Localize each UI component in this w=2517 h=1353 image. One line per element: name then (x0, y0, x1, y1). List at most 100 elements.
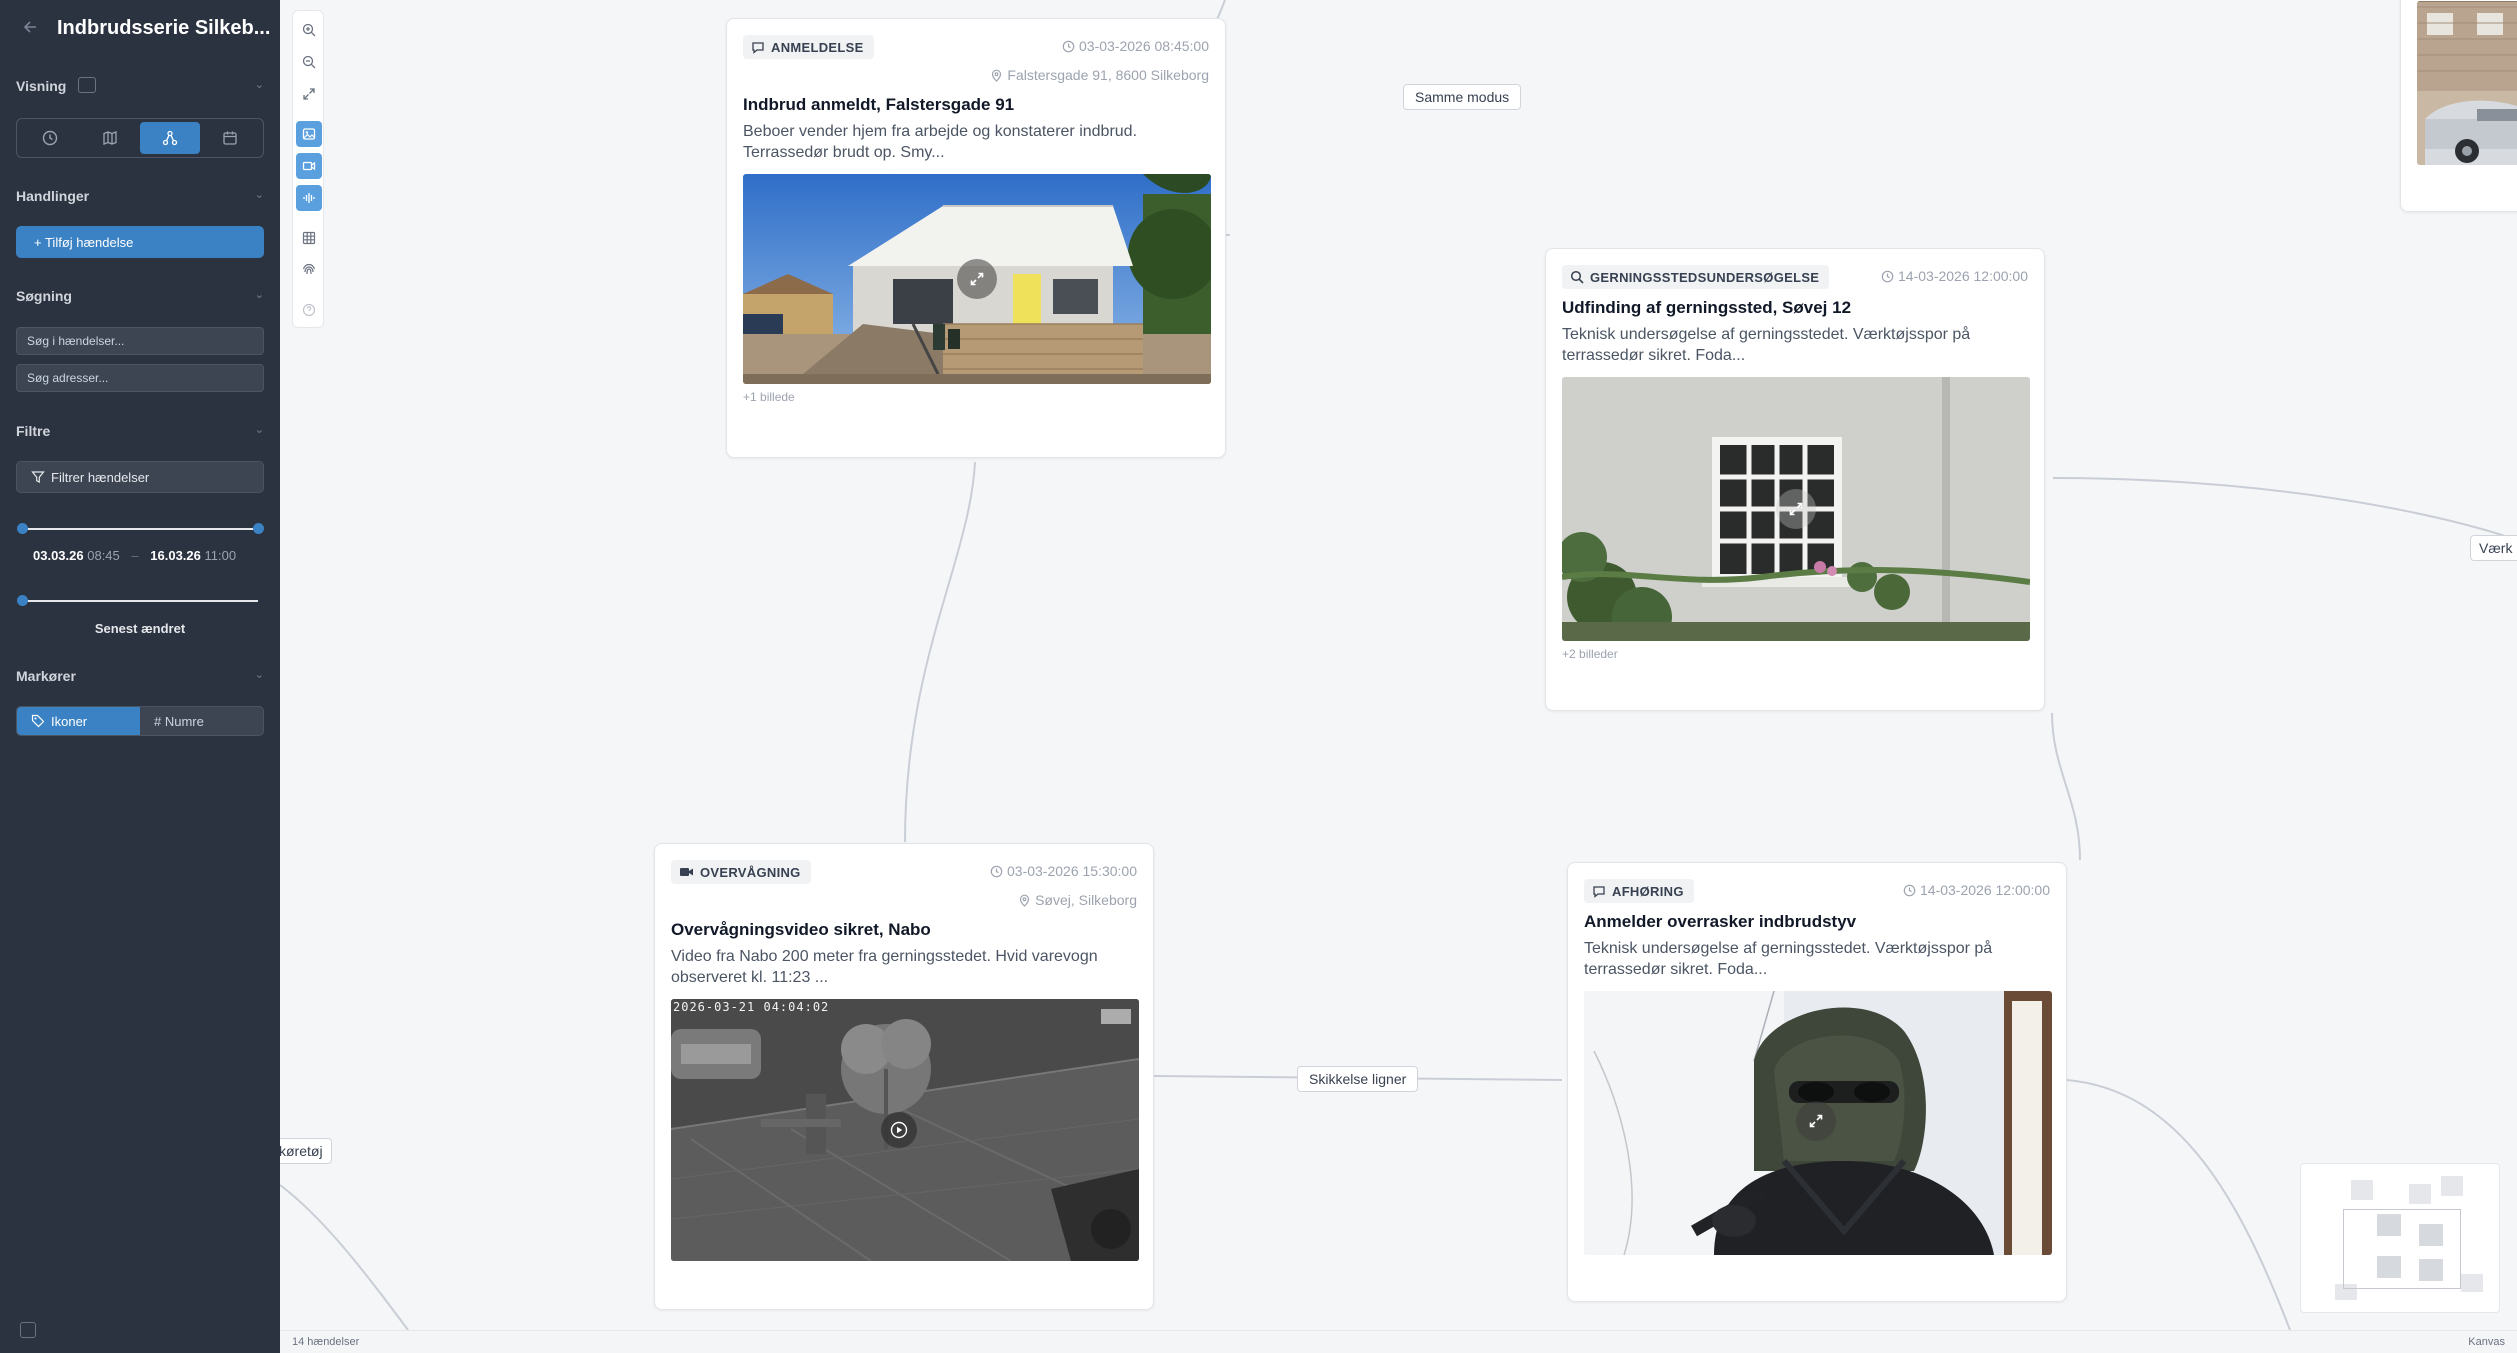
help-button[interactable] (296, 297, 322, 323)
section-filters[interactable]: Filtre ⌄ (16, 423, 264, 439)
clock-icon (1062, 40, 1075, 52)
timeline-view-button[interactable] (20, 122, 80, 154)
event-description: Beboer vender hjem fra arbejde og konsta… (743, 123, 1138, 161)
view-mode-toggle (16, 118, 264, 158)
fit-view-button[interactable] (296, 81, 322, 107)
partial-event-card[interactable] (2400, 0, 2517, 212)
chevron-down-icon[interactable]: ⌄ (255, 288, 264, 301)
marker-icons-label: Ikoner (51, 713, 88, 729)
add-event-button[interactable]: + Tilføj hændelse (16, 226, 264, 258)
video-icon (302, 161, 316, 171)
event-title: Anmelder overrasker indbrudstyv (1584, 912, 1857, 931)
date-range-slider[interactable] (17, 523, 264, 534)
section-actions[interactable]: Handlinger ⌄ (16, 188, 264, 204)
event-description: Teknisk undersøgelse af gerningsstedet. … (1584, 940, 1993, 978)
event-card-investigation[interactable]: GERNINGSSTEDSUNDERSØGELSE 14-03-2026 12:… (1545, 248, 2045, 711)
toggle-grid-button[interactable] (296, 225, 322, 251)
canvas-view-button[interactable] (140, 122, 200, 154)
view-mode-label: Kanvas (2468, 1336, 2505, 1348)
chevron-down-icon[interactable]: ⌄ (255, 78, 264, 91)
section-view[interactable]: Visning ⌄ (16, 77, 264, 95)
sort-slider[interactable] (17, 595, 258, 606)
section-view-label: Visning (16, 78, 67, 94)
edge-line (2052, 477, 2517, 541)
filter-icon (31, 471, 45, 483)
zoom-in-button[interactable] (296, 17, 322, 43)
event-photo[interactable] (743, 174, 1211, 384)
zoom-in-icon (302, 23, 316, 37)
edge-label-same-mode[interactable]: Samme modus (1403, 84, 1522, 110)
event-canvas[interactable]: Samme modus Skikkelse ligner Værk køretø… (280, 0, 2517, 1330)
chevron-down-icon[interactable]: ⌄ (255, 423, 264, 436)
location-pin-icon (1019, 894, 1030, 907)
section-search[interactable]: Søgning ⌄ (16, 288, 264, 304)
event-card-report[interactable]: ANMELDELSE 03-03-2026 08:45:00 Falstersg… (726, 18, 1226, 458)
play-video-icon[interactable] (881, 1112, 917, 1148)
back-arrow-icon[interactable] (22, 18, 44, 40)
event-video[interactable]: 2026-03-21 04:04:02 (671, 999, 1139, 1261)
zoom-out-button[interactable] (296, 49, 322, 75)
section-markers[interactable]: Markører ⌄ (16, 668, 264, 684)
marker-type-toggle: Ikoner # Numre (16, 706, 264, 736)
map-view-button[interactable] (80, 122, 140, 154)
event-photo[interactable] (1584, 991, 2052, 1255)
edge-label-partial-left[interactable]: køretøj (280, 1138, 332, 1164)
search-addresses-input[interactable] (16, 364, 264, 392)
connection-lines (280, 0, 2517, 1330)
expand-icon (303, 88, 315, 100)
expand-image-icon[interactable] (1796, 1101, 1836, 1141)
toggle-fingerprint-button[interactable] (296, 257, 322, 283)
range-end-handle[interactable] (253, 523, 264, 534)
event-time-text: 14-03-2026 12:00:00 (1920, 882, 2050, 898)
chevron-down-icon[interactable]: ⌄ (255, 188, 264, 201)
canvas-minimap[interactable] (2300, 1163, 2500, 1313)
collapse-sidebar-icon[interactable] (20, 1322, 36, 1338)
chat-bubble-icon (1593, 885, 1605, 898)
event-type-label: OVERVÅGNING (700, 864, 801, 880)
more-images-count[interactable]: +1 billede (743, 390, 795, 404)
event-card-interview[interactable]: AFHØRING 14-03-2026 12:00:00 Anmelder ov… (1567, 862, 2067, 1302)
calendar-view-button[interactable] (200, 122, 260, 154)
toggle-video-button[interactable] (296, 153, 322, 179)
edge-label-partial-right[interactable]: Værk (2470, 535, 2517, 561)
toggle-images-button[interactable] (296, 121, 322, 147)
event-type-badge: GERNINGSSTEDSUNDERSØGELSE (1562, 265, 1830, 289)
marker-icons-button[interactable]: Ikoner (17, 707, 140, 735)
expand-image-icon[interactable] (957, 259, 997, 299)
event-time-text: 03-03-2026 15:30:00 (1007, 863, 1137, 879)
expand-image-icon[interactable] (1776, 489, 1816, 529)
range-start-date: 03.03.26 (33, 548, 84, 563)
more-images-count[interactable]: +2 billeder (1562, 647, 1618, 661)
grid-icon (302, 231, 316, 245)
search-events-input[interactable] (16, 327, 264, 355)
event-title: Udfinding af gerningssted, Søvej 12 (1562, 298, 1852, 317)
event-type-badge: OVERVÅGNING (671, 860, 811, 884)
minimap-node (2441, 1176, 2463, 1196)
range-start-handle[interactable] (17, 523, 28, 534)
edge-label-figure-similar[interactable]: Skikkelse ligner (1297, 1066, 1419, 1092)
event-time-text: 03-03-2026 08:45:00 (1079, 38, 1209, 54)
tag-icon (31, 714, 45, 728)
network-icon (162, 130, 178, 146)
event-card-surveillance[interactable]: OVERVÅGNING 03-03-2026 15:30:00 Søvej, S… (654, 843, 1154, 1310)
event-type-label: AFHØRING (1612, 883, 1684, 899)
chat-bubble-icon (752, 41, 764, 54)
sort-slider-handle[interactable] (17, 595, 28, 606)
event-type-badge: ANMELDELSE (743, 35, 874, 59)
chevron-down-icon[interactable]: ⌄ (255, 668, 264, 681)
toggle-audio-button[interactable] (296, 185, 322, 211)
section-markers-label: Markører (16, 668, 76, 684)
clock-icon (42, 130, 58, 146)
video-timestamp-overlay: 2026-03-21 04:04:02 (673, 1000, 830, 1014)
event-location: Søvej, Silkeborg (1018, 892, 1137, 908)
panel-layout-icon[interactable] (78, 77, 97, 94)
minimap-viewport[interactable] (2343, 1209, 2461, 1289)
filter-events-button[interactable]: Filtrer hændelser (16, 461, 264, 493)
section-filters-label: Filtre (16, 423, 51, 439)
event-description: Teknisk undersøgelse af gerningsstedet. … (1562, 326, 1971, 364)
event-location-text: Falstersgade 91, 8600 Silkeborg (1007, 67, 1209, 83)
event-photo[interactable] (1562, 377, 2030, 641)
event-photo (2417, 1, 2517, 165)
sort-label: Senest ændret (94, 621, 186, 636)
marker-numbers-button[interactable]: # Numre (140, 707, 263, 735)
